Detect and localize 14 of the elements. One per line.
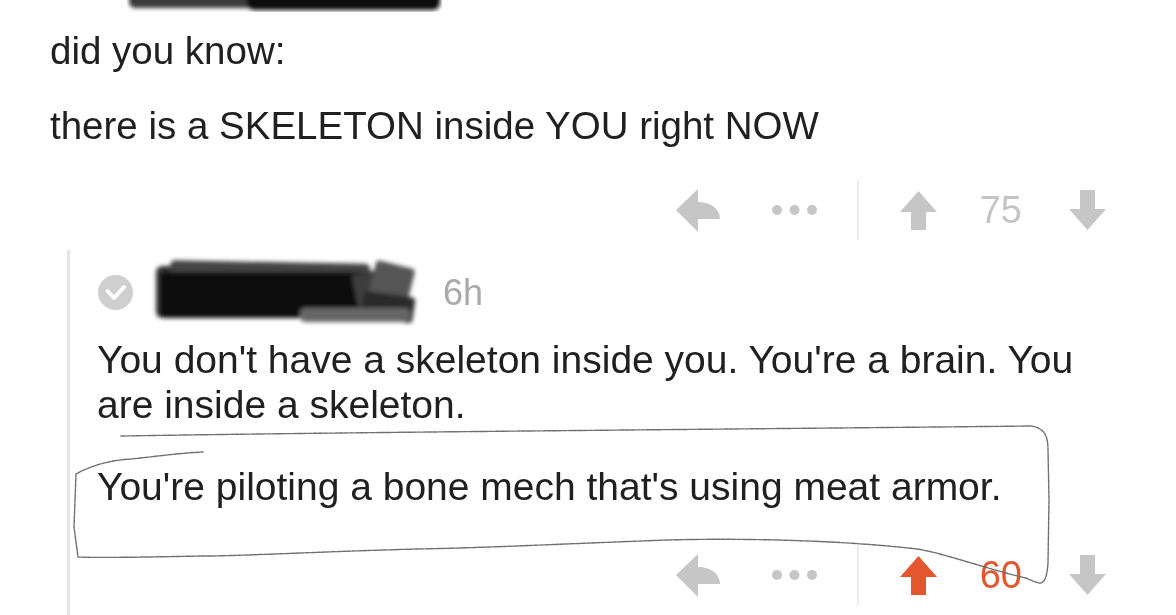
comment-text: You don't have a skeleton inside you. You're a brain. You are inside a skeleton. [97, 337, 1075, 427]
post-text: did you know: [50, 29, 286, 73]
vote-score: 75 [979, 188, 1022, 232]
comment-time: 6h [443, 272, 484, 313]
up-arrow-icon[interactable] [899, 190, 937, 230]
more-icon[interactable] [771, 205, 817, 215]
more-icon[interactable] [771, 570, 817, 580]
down-arrow-icon[interactable] [1069, 190, 1106, 230]
down-arrow-icon[interactable] [1069, 555, 1106, 595]
up-arrow-icon[interactable] [899, 555, 937, 595]
comment-text: You're piloting a bone mech that's using meat armor. [97, 464, 1002, 509]
post-text: there is a SKELETON inside YOU right NOW [50, 104, 819, 148]
reply-icon[interactable] [675, 188, 720, 232]
reply-icon[interactable] [675, 553, 720, 597]
